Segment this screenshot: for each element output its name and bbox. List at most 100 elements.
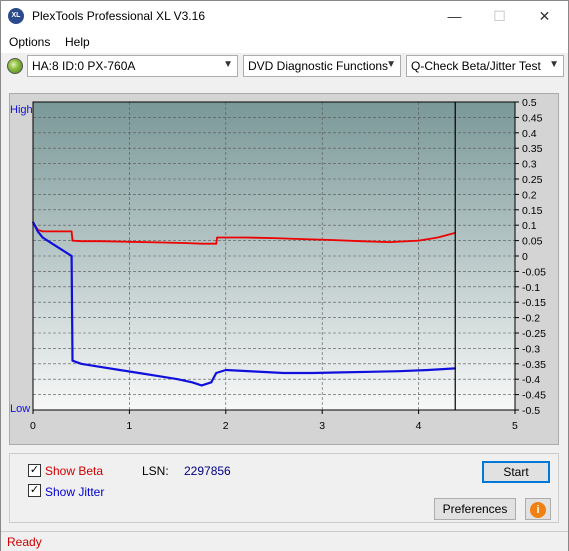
function-select[interactable]: DVD Diagnostic Functions ▼ xyxy=(243,55,401,77)
jitter-data-point xyxy=(282,372,285,374)
jitter-data-point xyxy=(369,371,372,373)
beta-data-point xyxy=(70,230,73,233)
beta-data-point xyxy=(71,239,74,242)
beta-data-point xyxy=(128,241,131,243)
x-tick-label: 4 xyxy=(416,420,422,432)
close-button[interactable]: ✕ xyxy=(522,1,567,31)
x-tick-label: 3 xyxy=(319,420,325,432)
jitter-data-point xyxy=(427,369,430,371)
y-tick-label: -0.05 xyxy=(522,266,546,278)
test-select[interactable]: Q-Check Beta/Jitter Test ▼ xyxy=(406,55,564,77)
y-tick-label: -0.25 xyxy=(522,328,546,340)
y-tick-label: -0.2 xyxy=(522,313,540,325)
x-tick-label: 5 xyxy=(512,420,518,432)
beta-data-point xyxy=(388,241,391,243)
beta-data-point xyxy=(216,236,218,239)
jitter-data-point xyxy=(138,372,140,374)
drive-select[interactable]: HA:8 ID:0 PX-760A ▼ xyxy=(27,55,238,77)
jitter-data-point xyxy=(200,384,203,387)
beta-data-point xyxy=(417,239,420,242)
beta-data-point xyxy=(41,230,44,233)
jitter-data-point xyxy=(157,375,160,377)
chevron-down-icon: ▼ xyxy=(386,59,396,70)
chevron-down-icon: ▼ xyxy=(549,59,559,70)
status-bar: Ready xyxy=(1,531,568,551)
beta-data-point xyxy=(437,236,439,239)
jitter-data-point xyxy=(70,255,73,257)
beta-jitter-chart: 0.5 0.45 0.4 0.35 0.3 0.25 0.2 0.15 0.1 0.05 0 -0.0… xyxy=(10,97,546,432)
y-tick-label: -0.1 xyxy=(522,282,540,294)
beta-data-point xyxy=(157,241,160,244)
jitter-data-point xyxy=(253,370,256,373)
low-label: Low xyxy=(10,403,30,415)
jitter-data-point xyxy=(191,381,193,384)
lsn-value: 2297856 xyxy=(184,464,231,478)
y-tick-label: 0.2 xyxy=(522,189,537,201)
jitter-data-point xyxy=(311,372,314,374)
y-tick-label: -0.5 xyxy=(522,405,540,417)
lsn-label: LSN: xyxy=(142,464,169,478)
options-panel: ✓ Show Beta ✓ Show Jitter LSN: 2297856 S… xyxy=(9,453,559,523)
status-text: Ready xyxy=(7,535,42,549)
y-tick-label: 0 xyxy=(522,251,528,263)
beta-data-point xyxy=(51,230,54,233)
y-tick-label: -0.35 xyxy=(522,359,546,371)
start-button[interactable]: Start xyxy=(482,461,550,483)
beta-data-point xyxy=(215,242,217,245)
test-select-value: Q-Check Beta/Jitter Test xyxy=(411,59,541,73)
menu-help[interactable]: Help xyxy=(65,35,90,49)
jitter-data-point xyxy=(215,372,217,374)
minimize-button[interactable]: — xyxy=(432,1,477,31)
beta-data-point xyxy=(302,238,304,240)
menu-bar: Options Help xyxy=(1,31,568,53)
show-jitter-label[interactable]: Show Jitter xyxy=(45,485,104,499)
x-tick-label: 2 xyxy=(223,420,229,432)
high-label: High xyxy=(10,104,33,116)
function-select-value: DVD Diagnostic Functions xyxy=(248,59,389,73)
jitter-data-point xyxy=(340,371,343,374)
show-jitter-checkbox[interactable]: ✓ xyxy=(28,484,41,497)
chevron-down-icon: ▼ xyxy=(223,59,233,70)
jitter-data-point xyxy=(51,242,54,245)
jitter-data-point xyxy=(176,378,179,381)
x-tick-label: 0 xyxy=(30,420,36,432)
beta-data-point xyxy=(359,240,362,243)
show-beta-label[interactable]: Show Beta xyxy=(45,464,103,478)
beta-data-point xyxy=(99,240,102,243)
y-tick-label: 0.15 xyxy=(522,205,543,217)
jitter-data-point xyxy=(225,369,227,371)
jitter-data-point xyxy=(118,369,121,371)
y-tick-label: 0.1 xyxy=(522,220,537,232)
maximize-button[interactable]: ☐ xyxy=(477,1,522,31)
jitter-data-point xyxy=(80,363,82,365)
y-tick-label: -0.15 xyxy=(522,297,546,309)
y-tick-label: 0.25 xyxy=(522,174,543,186)
y-tick-label: -0.4 xyxy=(522,374,540,386)
preferences-button[interactable]: Preferences xyxy=(434,498,516,520)
menu-options[interactable]: Options xyxy=(9,35,50,49)
title-bar[interactable]: XL PlexTools Professional XL V3.16 — ☐ ✕ xyxy=(1,1,568,31)
jitter-data-point xyxy=(210,381,213,384)
jitter-data-point xyxy=(41,236,44,239)
y-tick-label: 0.4 xyxy=(522,128,537,140)
info-button[interactable]: i xyxy=(525,498,551,520)
y-tick-label: 0.5 xyxy=(522,97,537,109)
jitter-data-point xyxy=(398,370,401,372)
beta-data-point xyxy=(80,240,82,243)
app-logo-icon: XL xyxy=(8,8,24,24)
jitter-data-point xyxy=(71,359,74,362)
beta-data-point xyxy=(331,239,333,241)
y-tick-label: 0.3 xyxy=(522,159,537,171)
chart-panel: 0.5 0.45 0.4 0.35 0.3 0.25 0.2 0.15 0.1 0.05 0 -0.0… xyxy=(9,93,559,445)
app-window: XL PlexTools Professional XL V3.16 — ☐ ✕… xyxy=(0,0,569,551)
beta-data-point xyxy=(61,230,63,233)
y-tick-label: -0.3 xyxy=(522,343,540,355)
show-beta-checkbox[interactable]: ✓ xyxy=(28,464,41,477)
jitter-data-point xyxy=(37,230,39,233)
disc-drive-icon xyxy=(7,58,23,74)
y-tick-label: 0.45 xyxy=(522,112,543,124)
y-tick-label: 0.35 xyxy=(522,143,543,155)
y-tick-label: 0.05 xyxy=(522,236,543,248)
beta-data-point xyxy=(200,242,203,245)
beta-data-point xyxy=(186,242,189,244)
